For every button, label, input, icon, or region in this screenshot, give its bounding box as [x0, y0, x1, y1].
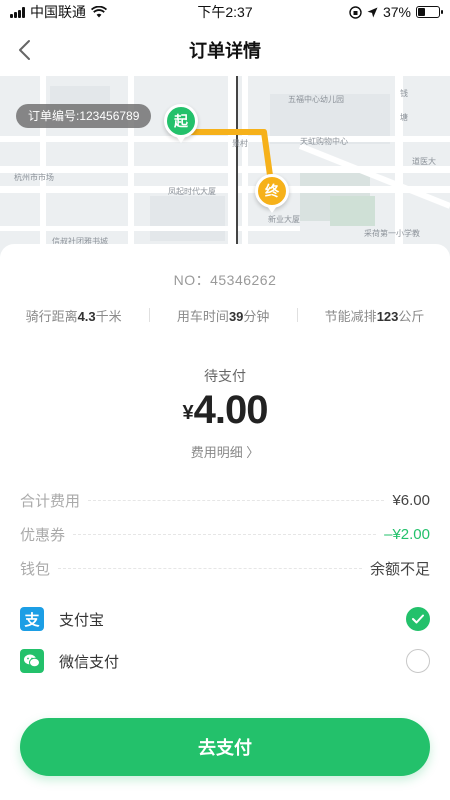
payment-option-label: 支付宝 [59, 611, 105, 629]
payment-option-label: 微信支付 [59, 653, 120, 671]
battery-percent: 37% [382, 4, 411, 20]
dotted-leader [88, 499, 385, 501]
stat-value: 39 [228, 309, 244, 324]
payment-option-alipay[interactable]: 支 支付宝 [20, 606, 430, 632]
orientation-lock-icon [349, 5, 362, 19]
map-place-label: 天虹购物中心 [300, 137, 348, 146]
map-place-label: 采荷第一小学教 [364, 229, 420, 238]
back-button[interactable] [10, 36, 38, 64]
map-place-label: 钱 [400, 89, 408, 98]
carrier-label: 中国联通 [30, 4, 86, 20]
start-label: 起 [174, 113, 188, 129]
map-place-label: 塘 [400, 113, 408, 122]
order-number-chip: 订单编号:123456789 [16, 104, 152, 128]
map-place-label: 五福中心幼儿园 [288, 95, 344, 104]
order-card: NO：45346262 骑行距离 4.3 千米 用车时间 39 分钟 节能减排 123 公斤… [0, 244, 450, 800]
battery-level [418, 8, 426, 16]
stat-emission: 节能减排 123 公斤 [325, 306, 425, 325]
stat-label: 用车时间 [176, 309, 229, 324]
fee-value: –¥2.00 [384, 525, 430, 543]
radio-unchecked-icon[interactable] [406, 649, 430, 673]
divider [148, 308, 150, 322]
map-place-label: 杭州市市场 [14, 173, 54, 182]
stat-duration: 用车时间 39 分钟 [177, 306, 270, 325]
amount-value: 4.00 [193, 388, 269, 432]
battery-icon [416, 6, 443, 18]
fee-label: 合计费用 [20, 492, 81, 510]
map-place-label: 新业大厦 [268, 215, 300, 224]
fee-row-total: 合计费用 ¥6.00 [20, 488, 430, 512]
status-right: 37% [349, 4, 443, 20]
radio-checked-icon[interactable] [406, 607, 430, 631]
status-left: 中国联通 [10, 2, 107, 22]
chevron-left-icon [19, 40, 30, 60]
stat-label: 骑行距离 [25, 309, 78, 324]
fee-value: ¥6.00 [392, 491, 430, 509]
stat-value: 123 [376, 309, 399, 324]
start-marker: 起 [164, 104, 198, 143]
fee-label: 钱包 [20, 560, 51, 578]
map-place-label: 凤起时代大厦 [168, 187, 216, 196]
fee-row-coupon[interactable]: 优惠券 –¥2.00 [20, 522, 430, 546]
fee-value: 余额不足 [369, 560, 430, 578]
end-marker: 终 [255, 174, 289, 213]
end-label: 终 [265, 183, 279, 199]
currency-symbol: ¥ [182, 402, 194, 424]
alipay-icon: 支 [20, 607, 44, 631]
dotted-leader [58, 567, 362, 569]
stat-unit: 分钟 [243, 309, 270, 324]
nav-bar: 订单详情 [0, 24, 450, 76]
stat-unit: 公斤 [398, 309, 425, 324]
pay-button[interactable]: 去支付 [20, 718, 430, 776]
fee-label: 优惠券 [20, 526, 66, 544]
payment-option-wechat[interactable]: 微信支付 [20, 648, 430, 674]
map-place-label: 道医大 [412, 157, 436, 166]
amount-due: ¥4.00 [0, 388, 450, 433]
stat-unit: 千米 [95, 309, 122, 324]
wechat-icon [20, 649, 44, 673]
wifi-icon [91, 6, 107, 18]
trip-stats: 骑行距离 4.3 千米 用车时间 39 分钟 节能减排 123 公斤 [0, 306, 450, 325]
map-place-label: 景村 [232, 139, 248, 148]
checkmark-icon [412, 614, 424, 624]
fee-details-link[interactable]: 费用明细 〉 [0, 442, 450, 461]
order-number: NO：45346262 [173, 272, 277, 288]
page-title: 订单详情 [189, 41, 261, 61]
payment-status: 待支付 [204, 368, 246, 384]
signal-icon [10, 6, 25, 18]
status-bar: 中国联通 下午2:37 37% [0, 0, 450, 24]
divider [296, 308, 298, 322]
stat-label: 节能减排 [324, 309, 377, 324]
dotted-leader [73, 533, 377, 535]
location-arrow-icon [367, 7, 378, 17]
stat-distance: 骑行距离 4.3 千米 [26, 306, 122, 325]
fee-row-wallet: 钱包 余额不足 [20, 556, 430, 580]
stat-value: 4.3 [77, 309, 96, 324]
